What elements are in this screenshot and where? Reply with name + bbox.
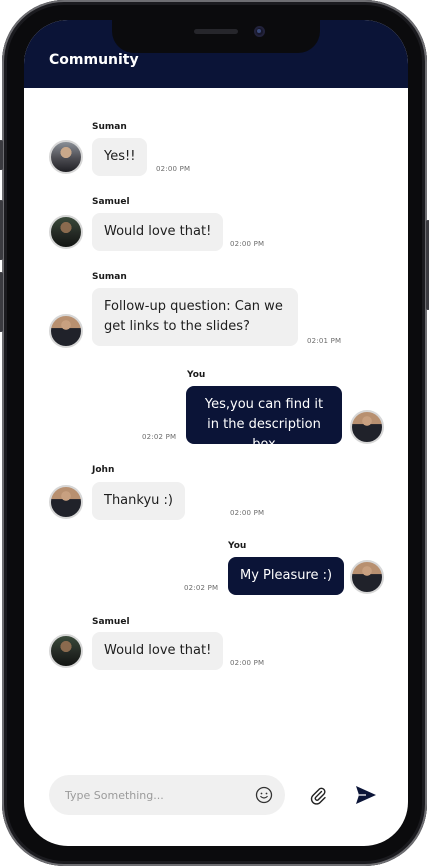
message-bubble[interactable]: Thankyu :)	[92, 482, 185, 520]
message-sender: Samuel	[92, 617, 130, 627]
message-sender: John	[92, 465, 115, 475]
message-input[interactable]	[65, 785, 245, 805]
message-sender: Suman	[92, 122, 127, 132]
avatar[interactable]	[49, 215, 83, 249]
message-sender: You	[228, 541, 247, 551]
message-time: 02:01 PM	[307, 337, 342, 345]
volume-down-button	[0, 272, 3, 332]
avatar[interactable]	[49, 634, 83, 668]
avatar[interactable]	[49, 485, 83, 519]
message-bubble[interactable]: Yes!!	[92, 138, 148, 176]
notch	[112, 20, 320, 53]
phone-frame: Community Suman Yes!! 02:00 PM Samuel Wo…	[0, 0, 429, 866]
message-bubble[interactable]: Would love that!	[92, 632, 224, 670]
page-title: Community	[49, 52, 139, 68]
message-time: 02:00 PM	[230, 240, 265, 248]
message-sender: Samuel	[92, 197, 130, 207]
send-icon[interactable]	[355, 785, 377, 809]
camera-icon	[254, 26, 265, 37]
message-time: 02:00 PM	[156, 165, 191, 173]
volume-up-button	[0, 200, 3, 260]
avatar[interactable]	[49, 140, 83, 174]
message-composer	[49, 775, 285, 815]
message-bubble[interactable]: My Pleasure :)	[228, 557, 345, 595]
message-bubble[interactable]: Follow-up question: Can we get links to …	[92, 288, 298, 346]
avatar[interactable]	[350, 560, 384, 594]
message-bubble[interactable]: Would love that!	[92, 213, 224, 251]
message-sender: You	[187, 370, 206, 380]
avatar[interactable]	[350, 410, 384, 444]
message-time: 02:00 PM	[230, 509, 265, 517]
message-bubble[interactable]: Yes,you can find it in the description b…	[186, 386, 342, 452]
mute-switch	[0, 140, 3, 170]
speaker	[194, 29, 238, 34]
smiley-icon[interactable]	[255, 786, 273, 808]
message-time: 02:02 PM	[184, 584, 219, 592]
phone-screen: Community Suman Yes!! 02:00 PM Samuel Wo…	[24, 20, 408, 846]
paperclip-icon[interactable]	[308, 785, 328, 809]
avatar[interactable]	[49, 314, 83, 348]
message-time: 02:02 PM	[142, 433, 177, 441]
message-time: 02:00 PM	[230, 659, 265, 667]
message-sender: Suman	[92, 272, 127, 282]
